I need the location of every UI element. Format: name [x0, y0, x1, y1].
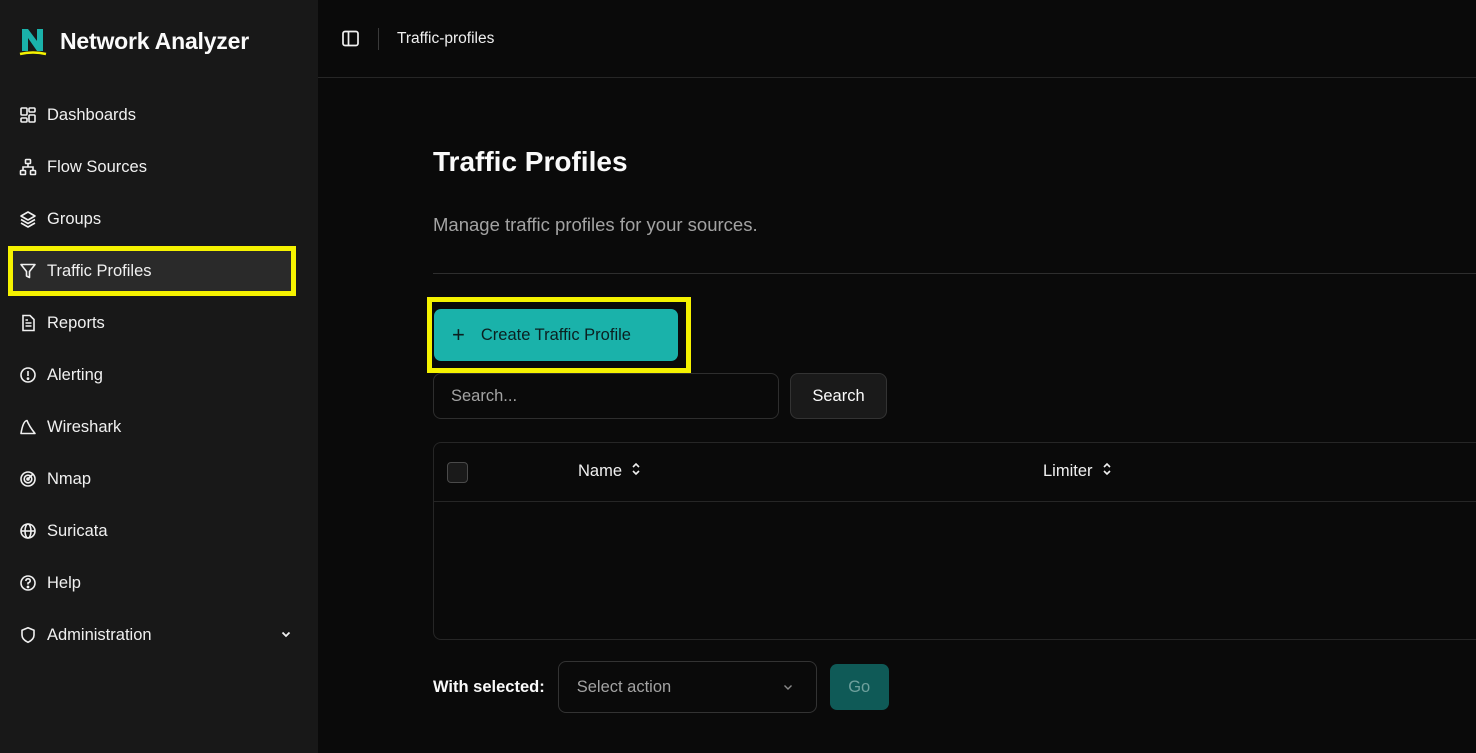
sidebar-item-label: Nmap — [47, 469, 92, 488]
sidebar-item-label: Groups — [47, 209, 102, 228]
sidebar-item-label: Help — [47, 573, 81, 592]
go-button[interactable]: Go — [829, 664, 889, 710]
sidebar-toggle-icon[interactable] — [340, 29, 360, 49]
highlight-box: + Create Traffic Profile — [427, 297, 691, 373]
sidebar-item-label: Wireshark — [47, 417, 122, 436]
sort-icon — [630, 462, 642, 481]
select-action-dropdown[interactable]: Select action — [557, 661, 817, 713]
search-button[interactable]: Search — [790, 373, 887, 419]
column-header-limiter[interactable]: Limiter — [1043, 462, 1113, 481]
globe-icon — [18, 521, 38, 541]
sidebar-item-dashboards[interactable]: Dashboards — [10, 92, 304, 138]
page-title: Traffic Profiles — [433, 146, 628, 177]
page-subtitle: Manage traffic profiles for your sources… — [433, 214, 758, 235]
column-header-label: Limiter — [1043, 462, 1093, 480]
layers-icon — [18, 209, 38, 229]
brand[interactable]: Network Analyzer — [18, 24, 249, 58]
sidebar-item-alerting[interactable]: Alerting — [10, 352, 304, 398]
sidebar-item-label: Alerting — [47, 365, 103, 384]
sidebar-item-traffic-profiles[interactable]: Traffic Profiles — [8, 246, 296, 296]
sidebar-item-help[interactable]: Help — [10, 560, 304, 606]
help-circle-icon — [18, 573, 38, 593]
table-header: Name Limiter — [434, 443, 1476, 502]
main-content: Traffic Profiles Manage traffic profiles… — [427, 78, 1476, 753]
sort-icon — [1101, 462, 1113, 481]
filter-icon — [18, 261, 38, 281]
sidebar-item-label: Flow Sources — [47, 157, 147, 176]
sidebar-item-suricata[interactable]: Suricata — [10, 508, 304, 554]
dashboard-icon — [18, 105, 38, 125]
toolbar-separator — [378, 27, 379, 50]
sidebar-item-groups[interactable]: Groups — [10, 196, 304, 242]
plus-icon: + — [452, 322, 465, 347]
app-title: Network Analyzer — [60, 27, 249, 54]
top-bar: Traffic-profiles — [318, 0, 1476, 78]
divider — [433, 273, 1476, 274]
sidebar-item-nmap[interactable]: Nmap — [10, 456, 304, 502]
sidebar-item-flow-sources[interactable]: Flow Sources — [10, 144, 304, 190]
alert-circle-icon — [18, 365, 38, 385]
sidebar-nav: Dashboards Flow Sources Groups Traffic P… — [8, 92, 304, 664]
chevron-down-icon[interactable] — [280, 626, 292, 645]
sidebar-item-reports[interactable]: Reports — [10, 300, 304, 346]
sidebar-item-administration[interactable]: Administration — [10, 612, 304, 658]
select-all-checkbox[interactable] — [447, 462, 468, 483]
traffic-profiles-table: Name Limiter — [433, 442, 1476, 640]
network-icon — [18, 157, 38, 177]
with-selected-label: With selected: — [433, 677, 545, 696]
column-header-name[interactable]: Name — [578, 462, 642, 481]
create-traffic-profile-button[interactable]: + Create Traffic Profile — [434, 309, 678, 361]
sidebar-item-label: Administration — [47, 625, 152, 644]
column-header-label: Name — [578, 462, 623, 480]
shield-icon — [18, 625, 38, 645]
sidebar-item-label: Traffic Profiles — [47, 261, 152, 280]
shark-fin-icon — [18, 417, 38, 437]
sidebar-item-label: Suricata — [47, 521, 108, 540]
sidebar-item-label: Dashboards — [47, 105, 136, 124]
network-analyzer-logo-icon — [18, 25, 48, 57]
bulk-actions-bar: With selected: Select action Go — [433, 661, 889, 713]
sidebar-item-wireshark[interactable]: Wireshark — [10, 404, 304, 450]
select-action-value: Select action — [576, 677, 672, 696]
chevron-down-icon — [782, 679, 794, 698]
create-button-label: Create Traffic Profile — [480, 325, 631, 344]
search-input[interactable] — [433, 373, 779, 419]
sidebar-item-label: Reports — [47, 313, 105, 332]
breadcrumb[interactable]: Traffic-profiles — [397, 30, 494, 48]
sidebar: Network Analyzer Dashboards Flow Sources… — [0, 0, 318, 753]
file-text-icon — [18, 313, 38, 333]
radar-icon — [18, 469, 38, 489]
